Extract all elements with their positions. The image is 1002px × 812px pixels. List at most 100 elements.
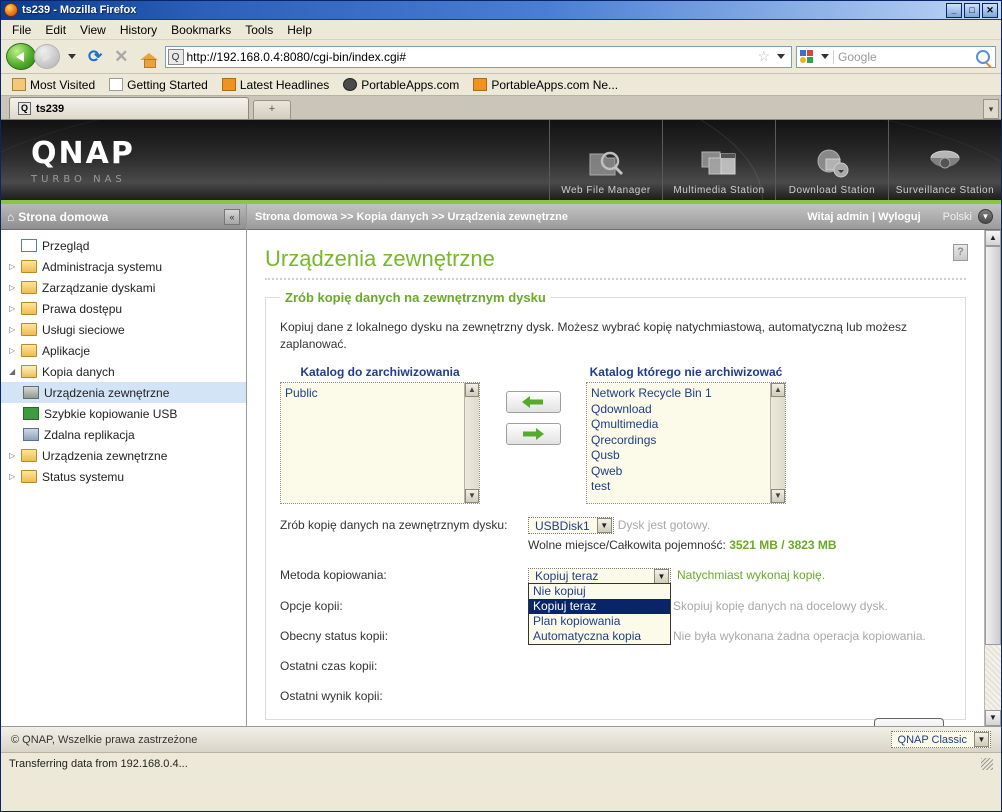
bookmark-portableapps-news[interactable]: PortableApps.com Ne... [468, 77, 623, 93]
include-listbox[interactable]: Public ▲ ▼ [280, 382, 480, 504]
list-item[interactable]: Qrecordings [591, 433, 781, 449]
scroll-up-icon[interactable]: ▲ [985, 230, 1001, 246]
url-text[interactable]: http://192.168.0.4:8080/cgi-bin/index.cg… [187, 50, 755, 64]
option-plan-kopiowania[interactable]: Plan kopiowania [529, 614, 670, 629]
scroll-down-icon[interactable]: ▼ [771, 489, 785, 503]
back-button[interactable] [6, 43, 36, 70]
chevron-down-icon[interactable]: ▼ [596, 518, 612, 534]
app-multimedia-station[interactable]: Multimedia Station [662, 120, 775, 200]
forward-button[interactable] [34, 44, 60, 69]
tab-list-dropdown-icon[interactable]: ▾ [983, 99, 999, 119]
sidebar-item-status-systemu[interactable]: ▷ Status systemu [1, 466, 246, 487]
sidebar-item-szybkie-kopiowanie-usb[interactable]: Szybkie kopiowanie USB [1, 403, 246, 424]
tab-ts239[interactable]: Q ts239 [9, 97, 249, 119]
menu-item-edit[interactable]: Edit [38, 21, 73, 39]
transfer-buttons [480, 365, 586, 445]
app-web-file-manager[interactable]: Web File Manager [549, 120, 662, 200]
bookmark-portableapps[interactable]: PortableApps.com [338, 77, 464, 93]
bookmark-most-visited[interactable]: Most Visited [7, 77, 100, 93]
search-icon[interactable] [976, 49, 990, 64]
search-bar[interactable]: Google [796, 45, 996, 68]
move-right-button[interactable] [505, 423, 561, 445]
expand-arrow-icon[interactable]: ▷ [9, 325, 21, 334]
apply-button[interactable] [874, 718, 944, 726]
scroll-up-icon[interactable]: ▲ [771, 383, 785, 397]
scroll-down-icon[interactable]: ▼ [465, 489, 479, 503]
bookmark-star-icon[interactable]: ☆ [754, 48, 773, 65]
new-tab-button[interactable]: + [253, 100, 291, 119]
method-select[interactable]: Kopiuj teraz ▼ [528, 567, 671, 585]
option-kopiuj-teraz[interactable]: Kopiuj teraz [529, 599, 670, 615]
expand-arrow-icon[interactable]: ▷ [9, 283, 21, 292]
sidebar-item-urzadzenia-zewnetrzne-sub[interactable]: Urządzenia zewnętrzne [1, 382, 246, 403]
list-item[interactable]: Qdownload [591, 402, 781, 418]
sidebar-item-aplikacje[interactable]: ▷ Aplikacje [1, 340, 246, 361]
menu-item-history[interactable]: History [113, 21, 164, 39]
app-surveillance-station[interactable]: Surveillance Station [888, 120, 1001, 200]
move-left-button[interactable] [505, 391, 561, 413]
folder-icon [21, 470, 37, 483]
exclude-listbox[interactable]: Network Recycle Bin 1 Qdownload Qmultime… [586, 382, 786, 504]
list-item[interactable]: Qmultimedia [591, 417, 781, 433]
menu-item-file[interactable]: File [5, 21, 38, 39]
list-item[interactable]: test [591, 479, 781, 495]
listbox-scrollbar[interactable]: ▲ ▼ [770, 383, 785, 503]
expand-arrow-icon[interactable]: ▷ [9, 451, 21, 460]
history-dropdown-icon[interactable] [68, 54, 76, 59]
scrollbar-track[interactable] [985, 246, 1001, 710]
sidebar-item-administracja-systemu[interactable]: ▷ Administracja systemu [1, 256, 246, 277]
search-engine-dropdown-icon[interactable] [821, 54, 829, 59]
sidebar-item-zarzadzanie-dyskami[interactable]: ▷ Zarządzanie dyskami [1, 277, 246, 298]
sidebar-item-urzadzenia-zewnetrzne[interactable]: ▷ Urządzenia zewnętrzne [1, 445, 246, 466]
home-icon[interactable] [139, 49, 158, 68]
expand-arrow-icon[interactable]: ▷ [9, 304, 21, 313]
expand-arrow-icon[interactable]: ▷ [9, 346, 21, 355]
sidebar-item-zdalna-replikacja[interactable]: Zdalna replikacja [1, 424, 246, 445]
expand-arrow-icon[interactable]: ▷ [9, 472, 21, 481]
disk-select[interactable]: USBDisk1 ▼ [528, 517, 614, 535]
welcome-logout[interactable]: Witaj admin | Wyloguj [807, 211, 920, 223]
app-download-station[interactable]: Download Station [775, 120, 888, 200]
menu-item-view[interactable]: View [73, 21, 113, 39]
scroll-down-icon[interactable]: ▼ [985, 710, 1001, 726]
minimize-button[interactable]: _ [946, 2, 962, 18]
sidebar-item-kopia-danych[interactable]: ◢ Kopia danych [1, 361, 246, 382]
theme-select[interactable]: QNAP Classic ▼ [890, 731, 991, 748]
option-automatyczna-kopia[interactable]: Automatyczna kopia [529, 629, 670, 644]
url-dropdown-icon[interactable] [777, 54, 785, 59]
collapse-arrow-icon[interactable]: ◢ [9, 367, 21, 376]
sidebar-item-przeglad[interactable]: Przegląd [1, 235, 246, 256]
help-button[interactable]: ? [953, 244, 968, 261]
sidebar-item-prawa-dostepu[interactable]: ▷ Prawa dostępu [1, 298, 246, 319]
list-item[interactable]: Qweb [591, 464, 781, 480]
chevron-down-icon[interactable]: ▼ [654, 568, 669, 584]
page-scrollbar[interactable]: ▲ ▼ [984, 230, 1001, 726]
bookmark-latest-headlines[interactable]: Latest Headlines [217, 77, 334, 93]
expand-arrow-icon[interactable]: ▷ [9, 262, 21, 271]
scrollbar-thumb[interactable] [985, 246, 1001, 646]
sidebar-item-uslugi-sieciowe[interactable]: ▷ Usługi sieciowe [1, 319, 246, 340]
overview-icon [21, 239, 37, 252]
method-dropdown-options[interactable]: Nie kopiuj Kopiuj teraz Plan kopiowania … [528, 583, 671, 646]
maximize-button[interactable]: □ [964, 2, 980, 18]
menu-item-tools[interactable]: Tools [238, 21, 280, 39]
scroll-up-icon[interactable]: ▲ [465, 383, 479, 397]
stop-icon[interactable]: ✕ [110, 47, 132, 67]
listbox-scrollbar[interactable]: ▲ ▼ [464, 383, 479, 503]
url-bar[interactable]: Q http://192.168.0.4:8080/cgi-bin/index.… [164, 45, 792, 68]
list-item[interactable]: Network Recycle Bin 1 [591, 386, 781, 402]
bookmark-getting-started[interactable]: Getting Started [104, 77, 213, 93]
resize-grip[interactable] [981, 757, 993, 770]
list-item[interactable]: Public [285, 386, 475, 402]
option-nie-kopiuj[interactable]: Nie kopiuj [529, 584, 670, 599]
list-item[interactable]: Qusb [591, 448, 781, 464]
chevron-down-icon[interactable]: ▼ [974, 732, 989, 747]
menu-item-help[interactable]: Help [280, 21, 319, 39]
menu-item-bookmarks[interactable]: Bookmarks [164, 21, 238, 39]
language-dropdown-icon[interactable]: ▼ [978, 209, 993, 224]
firefox-logo-icon [4, 3, 18, 17]
search-input[interactable]: Google [833, 49, 976, 64]
close-button[interactable]: ✕ [982, 2, 998, 18]
reload-icon[interactable]: ⟳ [84, 47, 106, 67]
sidebar-collapse-button[interactable]: « [224, 208, 240, 225]
